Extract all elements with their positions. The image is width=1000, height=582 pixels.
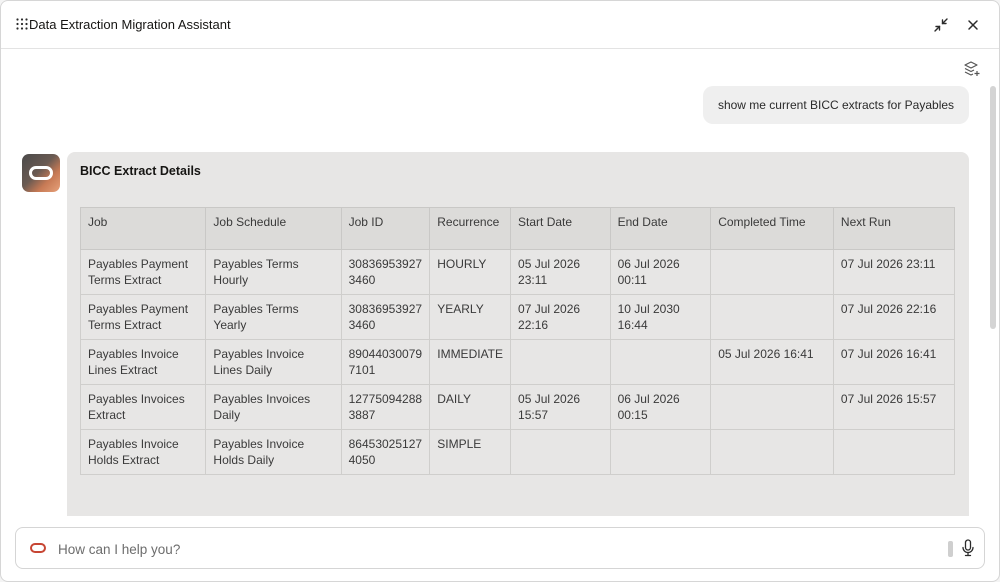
table-cell (710, 384, 834, 430)
table-cell (609, 339, 712, 385)
table-cell: 05 Jul 2026 16:41 (710, 339, 834, 385)
conversation-area: show me current BICC extracts for Payabl… (1, 50, 999, 516)
table-cell: Payables Invoices Extract (79, 384, 207, 430)
table-cell: Payables Invoice Lines Extract (79, 339, 207, 385)
table-cell (710, 429, 834, 475)
scrollbar[interactable] (990, 86, 996, 329)
table-cell: Payables Invoice Holds Extract (79, 429, 207, 475)
layers-icon[interactable] (963, 60, 981, 78)
table-row: Payables Invoices Extract Payables Invoic… (79, 384, 956, 430)
column-header: Job (79, 207, 207, 250)
column-header: Completed Time (710, 207, 834, 250)
oracle-logo-icon (30, 543, 46, 553)
column-header: Next Run (832, 207, 956, 250)
table-cell: 05 Jul 2026 23:11 (510, 249, 611, 295)
oracle-logo-icon (29, 166, 53, 180)
table-cell: 308369539273460 (340, 294, 431, 340)
bicc-extract-card: BICC Extract Details Job Job Schedule Jo… (67, 152, 969, 516)
assistant-avatar (22, 154, 60, 192)
header-bar: Data Extraction Migration Assistant (1, 1, 999, 49)
table-cell: HOURLY (429, 249, 512, 295)
collapse-button[interactable] (931, 15, 951, 35)
window-title: Data Extraction Migration Assistant (29, 17, 231, 32)
table-cell: Payables Payment Terms Extract (79, 249, 207, 295)
table-cell: Payables Terms Yearly (205, 294, 342, 340)
table-cell: 06 Jul 2026 00:11 (609, 249, 712, 295)
table-cell: IMMEDIATE (429, 339, 512, 385)
table-cell: DAILY (429, 384, 512, 430)
keyboard-indicator-icon (948, 541, 953, 557)
table-cell: 07 Jul 2026 15:57 (832, 384, 956, 430)
column-header: End Date (609, 207, 712, 250)
table-cell: 07 Jul 2026 16:41 (832, 339, 956, 385)
table-cell: 864530251274050 (340, 429, 431, 475)
close-icon (968, 20, 978, 30)
column-header: Job ID (340, 207, 431, 250)
table-cell: Payables Payment Terms Extract (79, 294, 207, 340)
table-cell: Payables Invoice Holds Daily (205, 429, 342, 475)
table-cell (832, 429, 956, 475)
table-row: Payables Invoice Holds Extract Payables I… (79, 429, 956, 475)
column-header: Job Schedule (205, 207, 342, 250)
chat-input[interactable] (58, 537, 918, 561)
table-cell: 05 Jul 2026 15:57 (510, 384, 611, 430)
table-cell: 07 Jul 2026 22:16 (510, 294, 611, 340)
column-header: Start Date (510, 207, 611, 250)
table-cell: Payables Invoice Lines Daily (205, 339, 342, 385)
table-cell: YEARLY (429, 294, 512, 340)
close-button[interactable] (963, 15, 983, 35)
chat-input-bar (15, 527, 985, 569)
column-header: Recurrence (429, 207, 512, 250)
table-cell: Payables Invoices Daily (205, 384, 342, 430)
table-header-row: Job Job Schedule Job ID Recurrence Start… (79, 207, 956, 250)
card-title: BICC Extract Details (80, 164, 201, 178)
table-cell: 308369539273460 (340, 249, 431, 295)
microphone-icon[interactable] (961, 539, 975, 557)
table-cell (510, 339, 611, 385)
table-row: Payables Payment Terms Extract Payables T… (79, 249, 956, 295)
table-cell: Payables Terms Hourly (205, 249, 342, 295)
table-cell: 06 Jul 2026 00:15 (609, 384, 712, 430)
table-cell: SIMPLE (429, 429, 512, 475)
table-row: Payables Payment Terms Extract Payables T… (79, 294, 956, 340)
table-cell (710, 294, 834, 340)
table-cell (510, 429, 611, 475)
table-row: Payables Invoice Lines Extract Payables I… (79, 339, 956, 385)
table-cell: 07 Jul 2026 23:11 (832, 249, 956, 295)
extracts-table: Job Job Schedule Job ID Recurrence Start… (79, 207, 956, 475)
assistant-window: Data Extraction Migration Assistant show… (0, 0, 1000, 582)
table-cell: 127750942883887 (340, 384, 431, 430)
table-cell: 07 Jul 2026 22:16 (832, 294, 956, 340)
table-cell (710, 249, 834, 295)
collapse-arrows-icon (934, 18, 948, 32)
table-cell: 10 Jul 2030 16:44 (609, 294, 712, 340)
table-cell (609, 429, 712, 475)
user-message-bubble: show me current BICC extracts for Payabl… (703, 86, 969, 124)
grid-dots-icon[interactable] (16, 18, 28, 30)
table-cell: 890440300797101 (340, 339, 431, 385)
